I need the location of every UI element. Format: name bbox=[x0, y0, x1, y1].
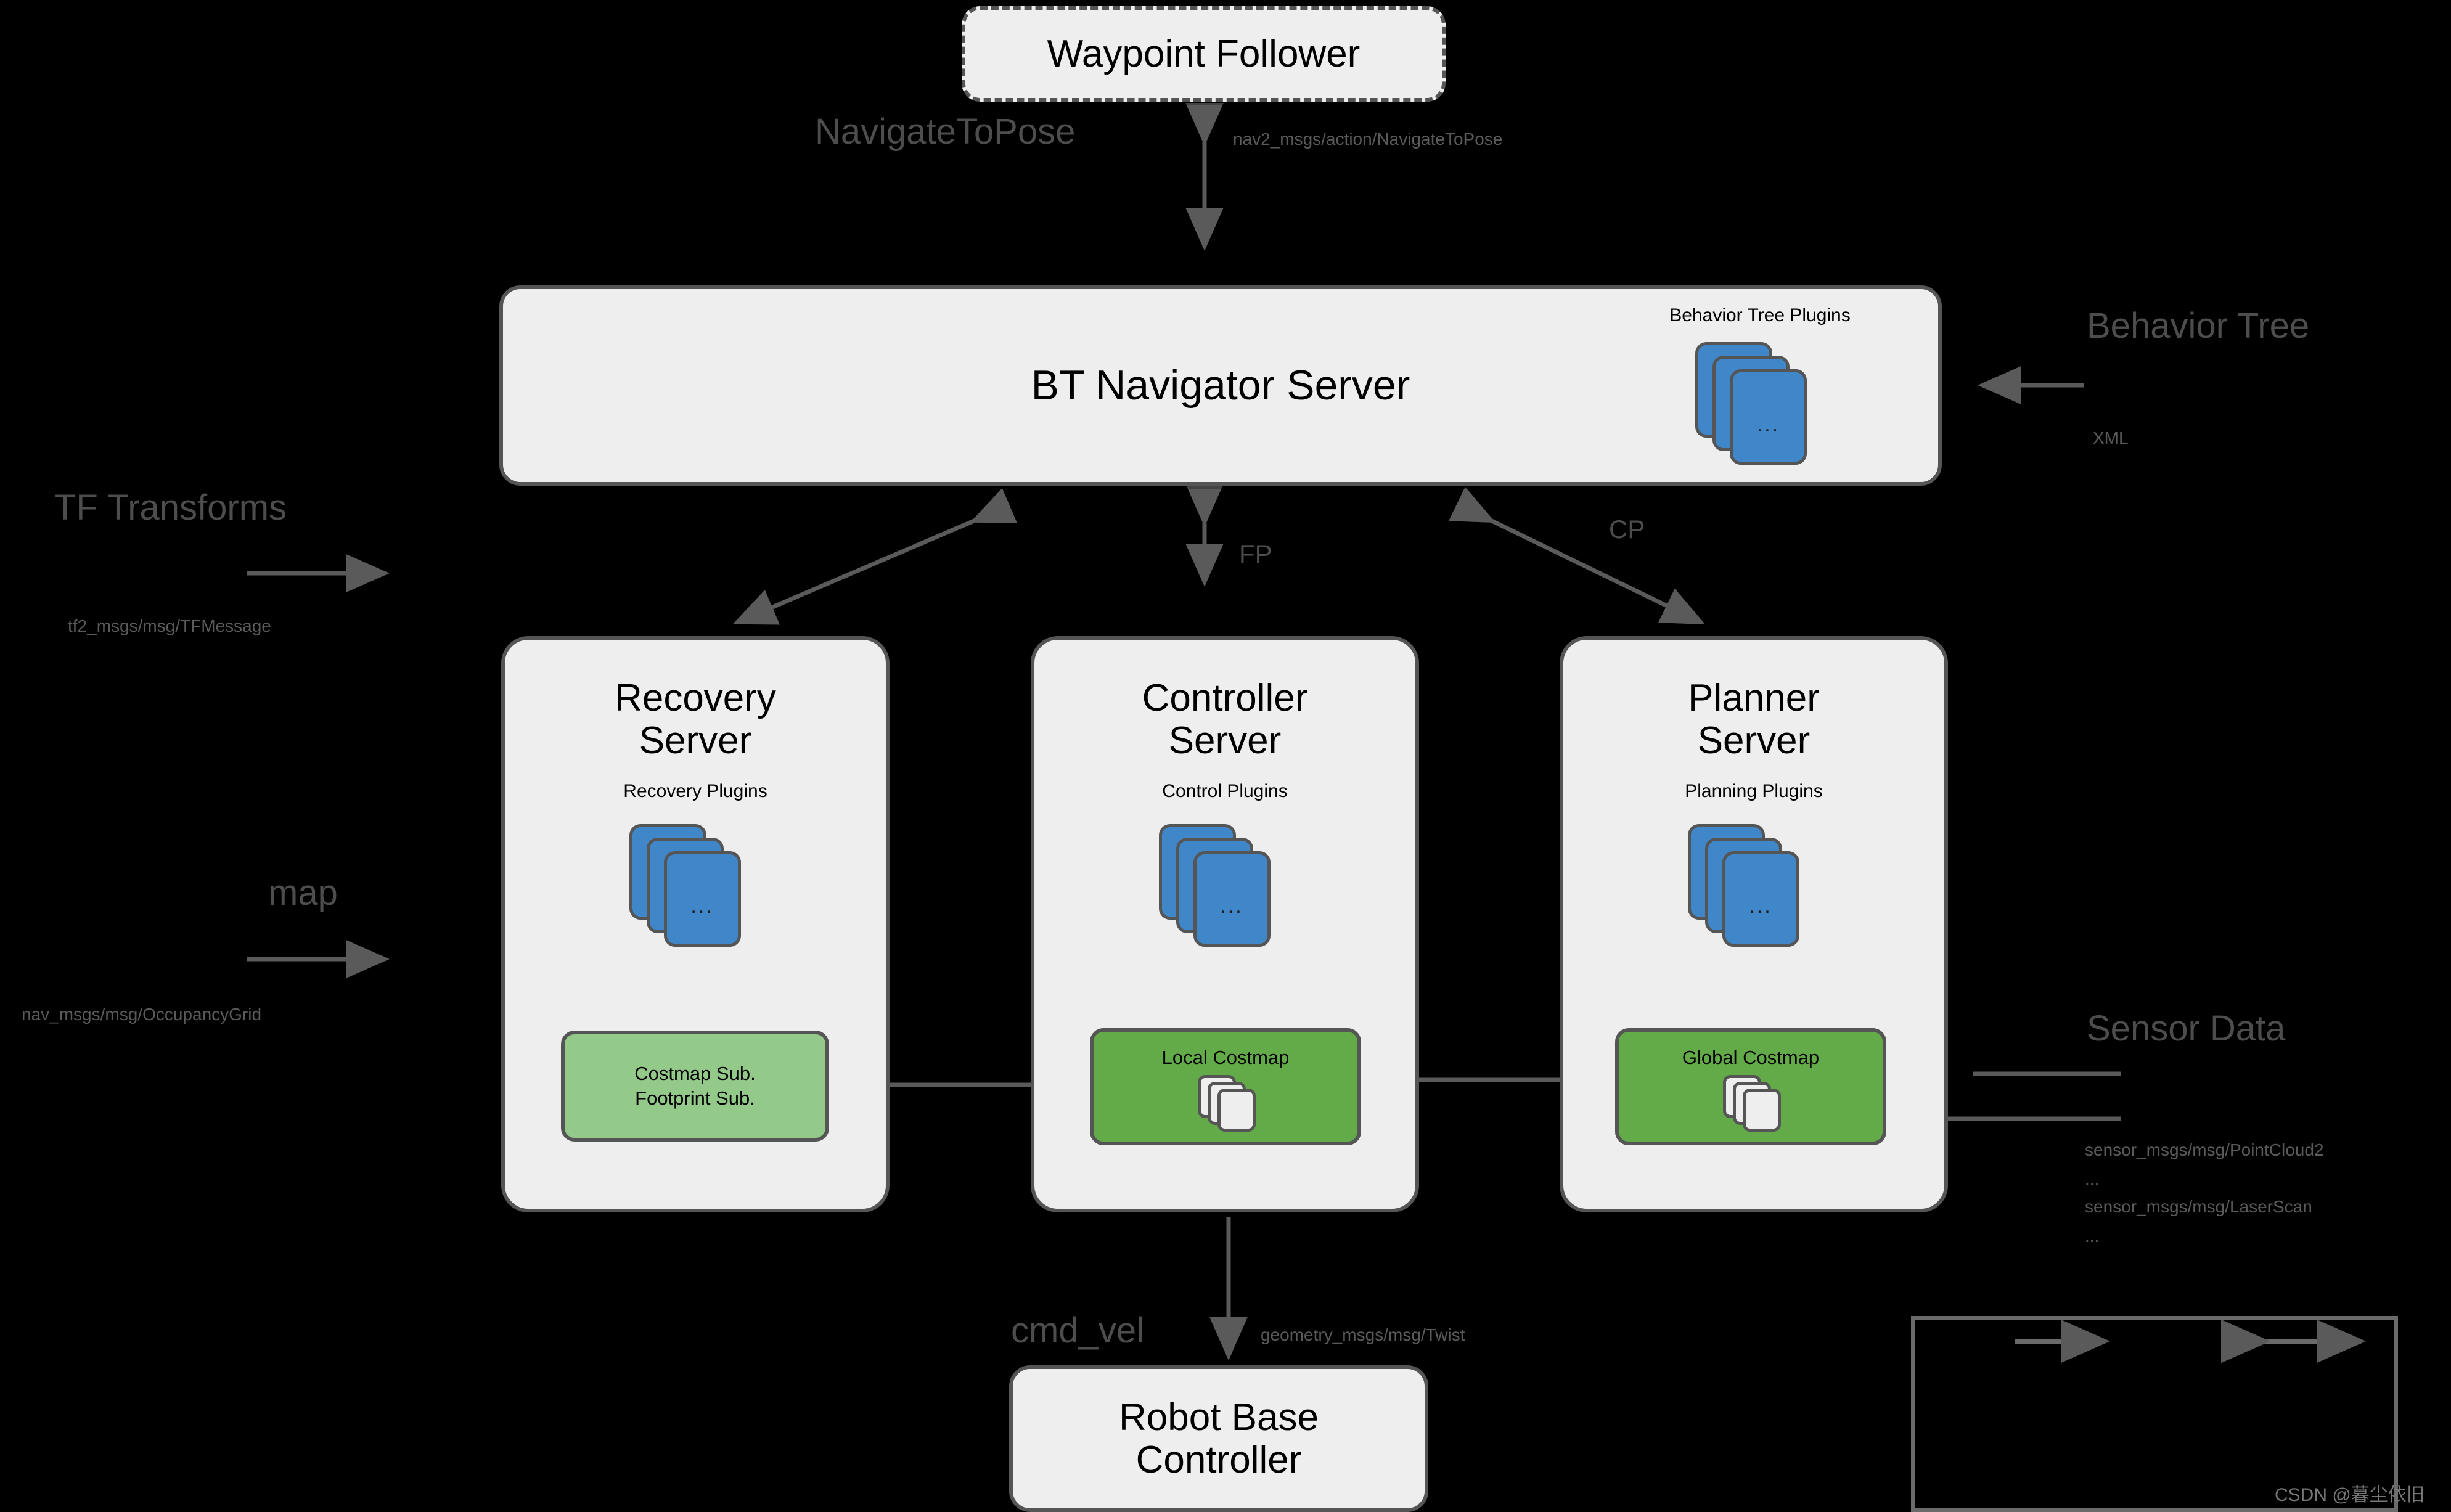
recovery-server-title-line2: Server bbox=[639, 719, 752, 762]
plugin-ellipsis: ... bbox=[1756, 412, 1780, 436]
robot-base-title-line1: Robot Base bbox=[1119, 1396, 1319, 1439]
recovery-plugin-stack: ... bbox=[629, 823, 762, 950]
tf-transforms-label: TF Transforms bbox=[54, 488, 287, 528]
sensor-data-msg-3: sensor_msgs/msg/LaserScan bbox=[2085, 1197, 2312, 1216]
global-costmap-layers-icon bbox=[1717, 1074, 1785, 1132]
costmap-local[interactable]: Local Costmap bbox=[1090, 1028, 1361, 1145]
behavior-tree-msg: XML bbox=[2093, 428, 2129, 447]
map-msg: nav_msgs/msg/OccupancyGrid bbox=[22, 1005, 262, 1024]
bt-navigator-title: BT Navigator Server bbox=[1031, 362, 1410, 409]
control-plugins-label: Control Plugins bbox=[1162, 780, 1288, 801]
tf-transforms-msg: tf2_msgs/msg/TFMessage bbox=[68, 616, 271, 635]
node-waypoint-follower[interactable]: Waypoint Follower bbox=[962, 6, 1446, 102]
bt-navigator-plugin-stack: ... bbox=[1695, 342, 1828, 465]
navigate-to-pose-msg: nav2_msgs/action/NavigateToPose bbox=[1233, 129, 1503, 149]
plugin-ellipsis: ... bbox=[690, 894, 714, 918]
recovery-costmap-line2: Footprint Sub. bbox=[635, 1087, 755, 1109]
map-label: map bbox=[268, 873, 338, 913]
plugin-card-front: ... bbox=[1193, 851, 1271, 947]
behavior-tree-label: Behavior Tree bbox=[2087, 306, 2310, 346]
robot-base-controller-title: Robot Base Controller bbox=[1119, 1396, 1319, 1482]
planner-plugin-stack: ... bbox=[1687, 823, 1820, 950]
recovery-plugins-label: Recovery Plugins bbox=[623, 780, 767, 801]
cmd-vel-msg: geometry_msgs/msg/Twist bbox=[1261, 1325, 1465, 1344]
sensor-data-msg-4: ... bbox=[2085, 1227, 2100, 1246]
controller-server-title-line1: Controller bbox=[1142, 677, 1308, 719]
waypoint-follower-title: Waypoint Follower bbox=[1047, 32, 1361, 75]
costmap-global[interactable]: Global Costmap bbox=[1615, 1028, 1886, 1145]
navigate-to-pose-label: NavigateToPose bbox=[815, 112, 1076, 152]
sensor-data-msg-2: ... bbox=[2085, 1170, 2100, 1189]
plugin-ellipsis: ... bbox=[1749, 894, 1772, 918]
layer-front bbox=[1743, 1088, 1781, 1132]
plugin-card-front: ... bbox=[1730, 369, 1807, 465]
global-costmap-label: Global Costmap bbox=[1682, 1047, 1820, 1068]
sensor-data-label: Sensor Data bbox=[2087, 1008, 2286, 1048]
recovery-server-title-line1: Recovery bbox=[615, 677, 776, 719]
recovery-costmap-line1: Costmap Sub. bbox=[634, 1063, 756, 1085]
sensor-data-msg-1: sensor_msgs/msg/PointCloud2 bbox=[2085, 1140, 2324, 1159]
cmd-vel-label: cmd_vel bbox=[1011, 1310, 1144, 1351]
planner-server-title-line1: Planner bbox=[1688, 677, 1820, 719]
plugin-ellipsis: ... bbox=[1220, 894, 1243, 918]
local-costmap-label: Local Costmap bbox=[1161, 1047, 1290, 1068]
layer-front bbox=[1217, 1088, 1256, 1132]
node-robot-base-controller[interactable]: Robot Base Controller bbox=[1009, 1365, 1428, 1512]
controller-server-title-line2: Server bbox=[1168, 719, 1282, 762]
costmap-recovery-subscriptions[interactable]: Costmap Sub. Footprint Sub. bbox=[561, 1031, 829, 1142]
plugin-card-front: ... bbox=[663, 851, 741, 947]
arrow-bt-to-recovery bbox=[732, 488, 1018, 625]
watermark-text: CSDN @暮尘依旧 bbox=[2275, 1485, 2425, 1505]
controller-plugin-stack: ... bbox=[1158, 823, 1291, 950]
planning-plugins-label: Planning Plugins bbox=[1685, 780, 1823, 801]
recovery-server-title: Recovery Server bbox=[615, 677, 776, 762]
bt-navigator-plugins-label: Behavior Tree Plugins bbox=[1669, 305, 1851, 325]
controller-server-title: Controller Server bbox=[1142, 677, 1308, 762]
diagram-canvas: Waypoint Follower NavigateToPose nav2_ms… bbox=[0, 0, 2451, 1512]
plugin-card-front: ... bbox=[1722, 851, 1799, 947]
cp-label: CP bbox=[1609, 515, 1645, 544]
arrow-bt-to-planner bbox=[1448, 486, 1706, 625]
robot-base-title-line2: Controller bbox=[1135, 1439, 1302, 1481]
recovery-costmap-label: Costmap Sub. Footprint Sub. bbox=[634, 1061, 755, 1110]
local-costmap-layers-icon bbox=[1192, 1074, 1259, 1132]
planner-server-title: Planner Server bbox=[1688, 677, 1820, 762]
fp-label: FP bbox=[1239, 539, 1272, 568]
planner-server-title-line2: Server bbox=[1697, 719, 1811, 762]
